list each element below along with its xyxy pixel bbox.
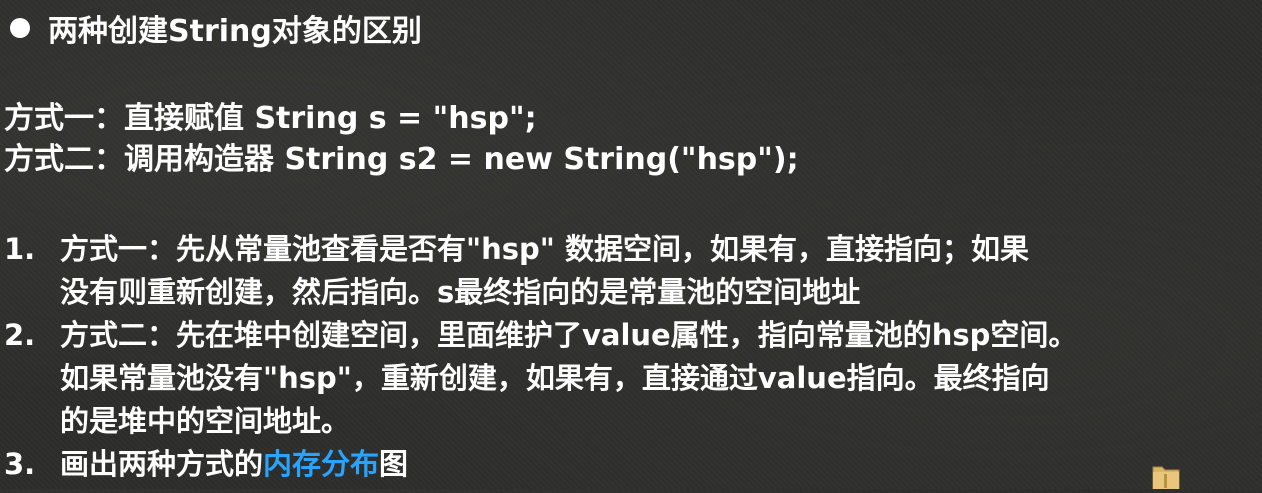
explanation-list: 1. 方式一：先从常量池查看是否有"hsp" 数据空间，如果有，直接指向；如果 … [0,228,1262,486]
list-item-number: 1. [4,232,36,266]
list-item-number: 3. [4,447,36,481]
list-item-text-line: 的是堆中的空间地址。 [60,404,351,438]
list-item-text-line: 画出两种方式的内存分布图 [60,443,1262,486]
method-one-line: 方式一：直接赋值 String s = "hsp"; [4,101,537,136]
slide-title: 两种创建String对象的区别 [48,14,422,49]
slide: 两种创建String对象的区别 方式一：直接赋值 String s = "hsp… [0,0,1262,490]
slide-title-row: 两种创建String对象的区别 [6,6,422,50]
list-item-text-line: 方式二：先在堆中创建空间，里面维护了value属性，指向常量池的hsp空间。 [60,318,1078,352]
bullet-dot-icon [10,18,30,38]
list-item-3: 3. 画出两种方式的内存分布图 [0,443,1262,486]
list-item-text-before: 画出两种方式的 [60,447,264,481]
list-item-2: 2. 方式二：先在堆中创建空间，里面维护了value属性，指向常量池的hsp空间… [0,314,1262,443]
list-item-text-line: 方式一：先从常量池查看是否有"hsp" 数据空间，如果有，直接指向；如果 [60,232,1029,266]
highlighted-keyword: 内存分布 [263,447,380,481]
list-item-text-line: 没有则重新创建，然后指向。s最终指向的是常量池的空间地址 [60,275,861,309]
list-item-text-after: 图 [379,447,409,481]
list-item-number: 2. [4,318,36,352]
method-two-line: 方式二：调用构造器 String s2 = new String("hsp"); [4,142,799,177]
list-item-1: 1. 方式一：先从常量池查看是否有"hsp" 数据空间，如果有，直接指向；如果 … [0,228,1262,314]
folder-icon[interactable] [1150,461,1182,490]
list-item-text-line: 如果常量池没有"hsp"，重新创建，如果有，直接通过value指向。最终指向 [60,361,1050,395]
